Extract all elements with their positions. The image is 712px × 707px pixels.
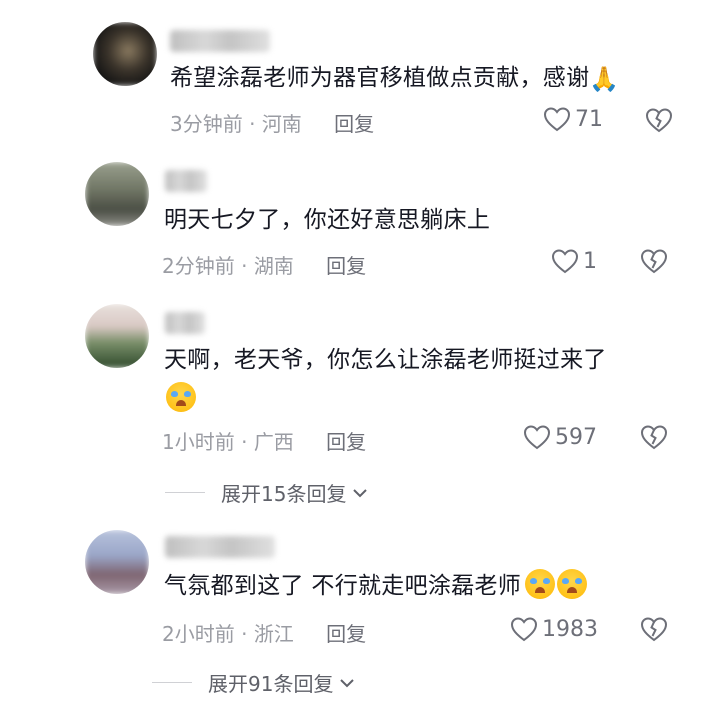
broken-heart-icon [640,617,668,642]
cry-emoji-icon [164,382,196,412]
avatar[interactable] [85,304,149,368]
dislike-button[interactable] [639,424,669,450]
comment-text-content: 明天七夕了，你还好意思躺床上 [164,207,491,233]
cry-emoji-icon [525,569,556,599]
meta-separator: · [241,622,248,646]
comment-region: 浙江 [253,622,294,646]
expand-replies-button[interactable]: 展开91条回复 [152,668,355,697]
meta-separator: · [241,430,248,454]
comment-meta: 2小时前 · 浙江 回复 [162,618,366,647]
comment-text: 气氛都到这了 不行就走吧涂磊老师 [164,566,588,606]
broken-heart-icon [645,108,673,133]
pray-emoji-icon: 🙏 [589,65,620,93]
reply-button[interactable]: 回复 [326,622,366,646]
expand-replies-label: 展开91条回复 [208,672,334,696]
avatar[interactable] [93,22,157,86]
broken-heart-icon [640,425,668,450]
comment-text: 明天七夕了，你还好意思躺床上 [164,200,490,240]
like-button[interactable]: 1983 [510,616,598,642]
comment-time: 3分钟前 [170,112,243,136]
comment-text: 希望涂磊老师为器官移植做点贡献，感谢🙏 [170,58,620,99]
chevron-down-icon [340,678,355,687]
like-button[interactable]: 1 [551,248,597,274]
comment-region: 湖南 [253,254,294,278]
like-count: 597 [555,424,597,450]
comment-text-content: 天啊，老天爷，你怎么让涂磊老师挺过来了 [164,347,607,373]
username-blurred[interactable] [165,312,205,334]
comment-meta: 1小时前 · 广西 回复 [162,426,366,455]
comment-text-content: 气氛都到这了 不行就走吧涂磊老师 [164,573,522,599]
dislike-button[interactable] [639,248,669,274]
expand-replies-label: 展开15条回复 [221,482,347,506]
divider-line [152,682,192,683]
meta-separator: · [249,112,256,136]
like-count: 71 [575,106,603,132]
comment-region: 广西 [253,430,294,454]
dislike-button[interactable] [644,107,674,133]
cry-emoji-icon [557,569,588,599]
heart-icon [551,249,579,274]
username-blurred[interactable] [170,30,270,52]
heart-icon [543,107,571,132]
broken-heart-icon [640,249,668,274]
username-blurred[interactable] [165,170,207,192]
reply-button[interactable]: 回复 [334,112,374,136]
dislike-button[interactable] [639,616,669,642]
comment-time: 2小时前 [162,622,235,646]
comment-meta: 3分钟前 · 河南 回复 [170,108,374,137]
comment-time: 1小时前 [162,430,235,454]
expand-replies-button[interactable]: 展开15条回复 [165,478,368,507]
meta-separator: · [241,254,248,278]
chevron-down-icon [353,488,368,497]
reply-button[interactable]: 回复 [326,254,366,278]
reply-button[interactable]: 回复 [326,430,366,454]
heart-icon [523,425,551,450]
like-button[interactable]: 71 [543,106,603,132]
comment-time: 2分钟前 [162,254,235,278]
heart-icon [510,617,538,642]
avatar[interactable] [85,162,149,226]
comment-meta: 2分钟前 · 湖南 回复 [162,250,366,279]
like-count: 1 [583,248,597,274]
divider-line [165,492,205,493]
comment-region: 河南 [261,112,302,136]
avatar[interactable] [85,530,149,594]
username-blurred[interactable] [165,536,275,558]
comment-text-content: 希望涂磊老师为器官移植做点贡献，感谢 [170,65,590,91]
like-count: 1983 [542,616,598,642]
like-button[interactable]: 597 [523,424,597,450]
comment-text: 天啊，老天爷，你怎么让涂磊老师挺过来了 [164,340,607,380]
